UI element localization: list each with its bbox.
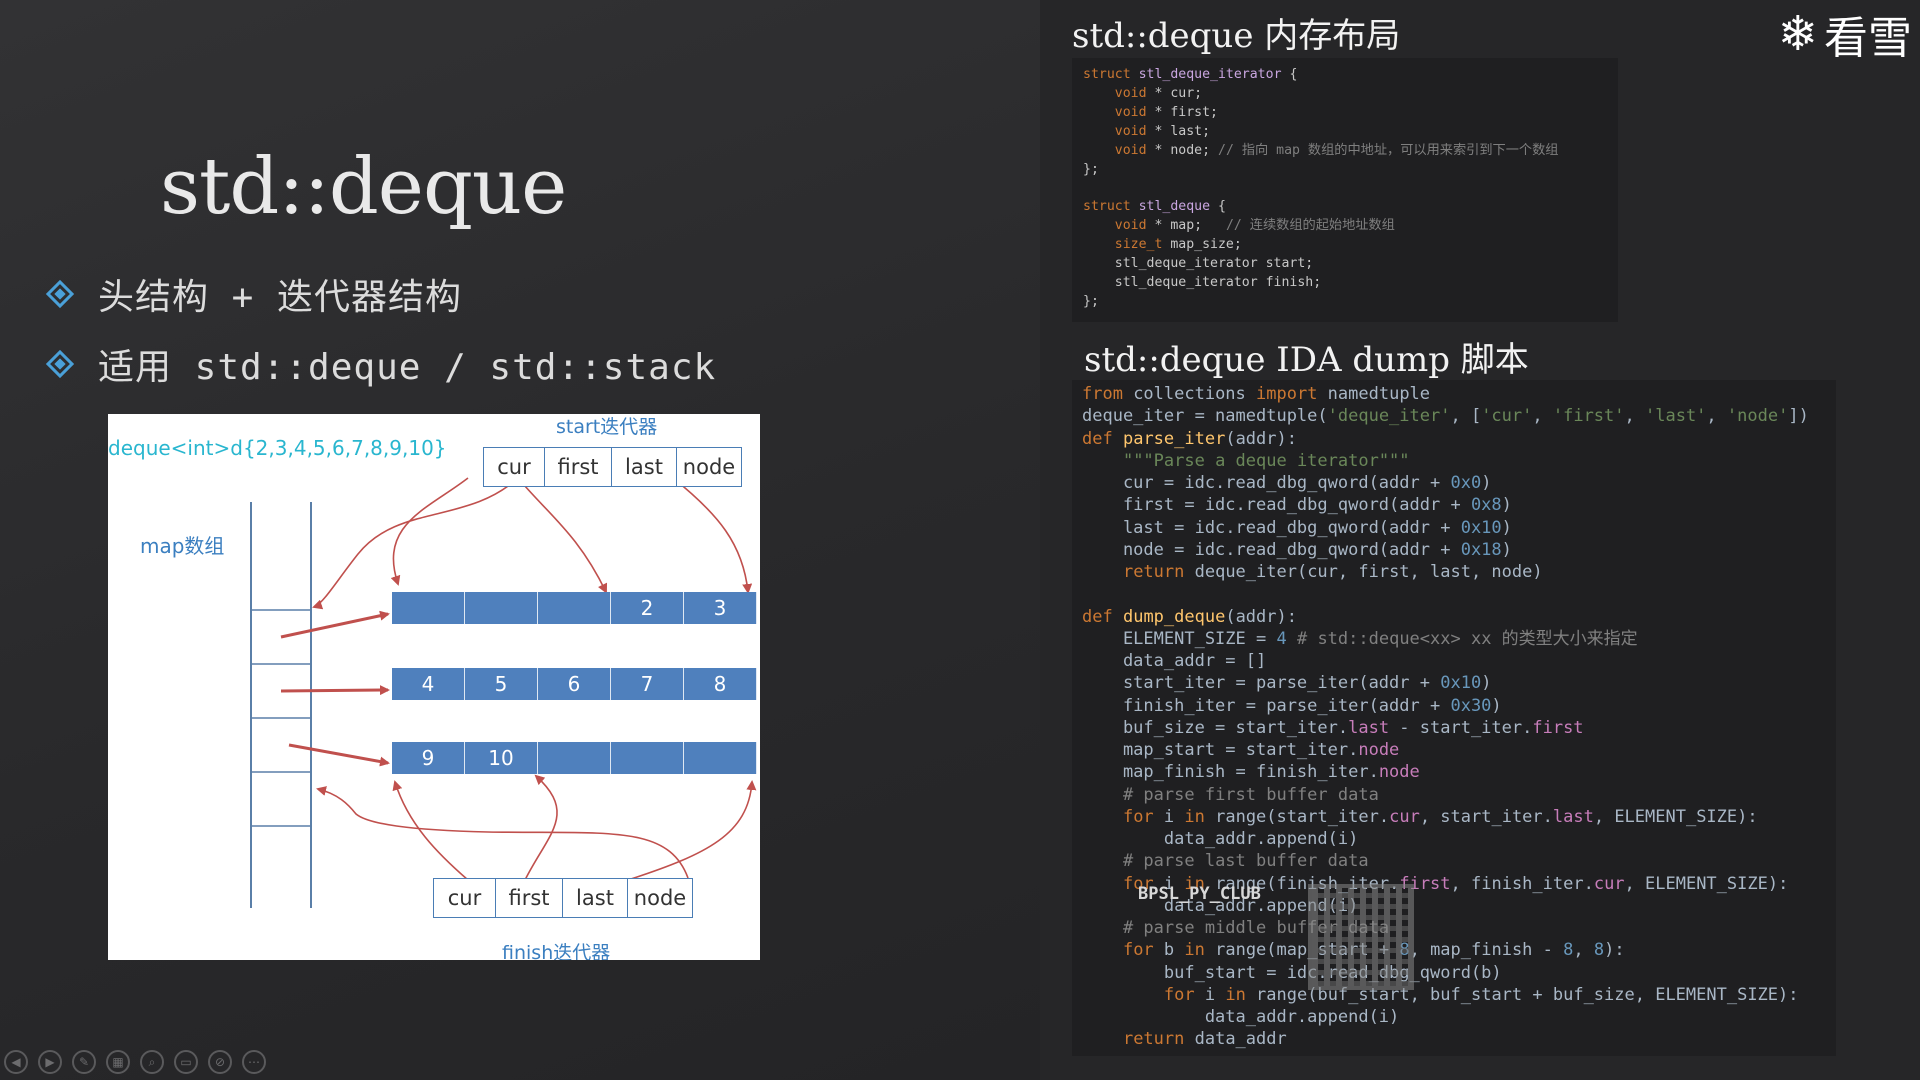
qr-code-icon [1308,884,1414,990]
bullet-text: 适用 std::deque / std::stack [98,347,717,388]
struct-code: struct stl_deque_iterator { void * cur; … [1083,67,1559,309]
screen-off-icon[interactable]: ⊘ [208,1050,232,1074]
buffer-cell [611,742,684,774]
start-first-arrow [517,477,608,594]
pen-icon[interactable]: ✎ [72,1050,96,1074]
dump-script-title: std::deque IDA dump 脚本 [1084,340,1529,380]
start-node-arrow [312,477,519,610]
overlay-watermark-text: BPSL_PY_CLUB [1138,884,1261,904]
next-icon[interactable]: ▶ [38,1050,62,1074]
start-last-arrow [672,477,753,594]
buffer-cell: 2 [611,592,684,624]
buffer-cell: 3 [684,592,757,624]
deque-diagram: deque<int>d{2,3,4,5,6,7,8,9,10} map数组 st… [108,414,760,960]
kanxue-watermark: ❄ 看雪 [1778,2,1912,66]
start-iterator-box: cur first last node [483,447,742,487]
snowflake-icon: ❄ [1777,6,1818,62]
iter-field-first: first [495,879,562,917]
presentation-toolbar: ◀ ▶ ✎ ▦ ⌕ ▭ ⊘ ⋯ [4,1050,266,1074]
watermark-text: 看雪 [1824,13,1912,64]
buffer-cell [538,592,611,624]
bullet-item: 适用 std::deque / std::stack [45,338,717,390]
start-iterator-label: start迭代器 [556,416,658,438]
slides-icon[interactable]: ▦ [106,1050,130,1074]
finish-iterator-box: cur first last node [433,878,693,918]
buffer-cell: 7 [611,668,684,700]
iter-field-first: first [544,448,611,486]
iter-field-cur: cur [447,886,482,910]
more-icon[interactable]: ⋯ [242,1050,266,1074]
buffer-cell: 4 [392,668,465,700]
script-code: from collections import namedtuple deque… [1082,384,1809,1050]
buffer-cell: 6 [538,668,611,700]
finish-node-arrow [316,786,689,879]
diamond-bullet-icon [45,349,75,379]
buffer-cell: 8 [684,668,757,700]
memory-layout-title: std::deque 内存布局 [1072,16,1401,56]
map-slot-arrow [288,743,390,767]
buffer-row: 2 3 [392,592,760,624]
diamond-bullet-icon [45,279,75,309]
buffer-cell [465,592,538,624]
buffer-row: 9 10 [392,742,760,774]
buffer-cell [538,742,611,774]
zoom-icon[interactable]: ⌕ [140,1050,164,1074]
iter-field-node: node [676,448,741,486]
iter-field-last: last [562,879,627,917]
bullet-item: 头结构 + 迭代器结构 [45,268,463,320]
map-array-label: map数组 [140,534,225,558]
buffer-cell: 10 [465,742,538,774]
map-slot-arrow [280,610,390,639]
finish-first-arrow [524,774,558,881]
start-cur-arrow [390,477,469,586]
deque-declaration: deque<int>d{2,3,4,5,6,7,8,9,10} [108,436,447,460]
buffer-cell: 5 [465,668,538,700]
buffer-row: 4 5 6 7 8 [392,668,760,700]
finish-iterator-label: finish迭代器 [502,942,611,960]
map-slot-arrow [280,685,390,696]
finish-last-arrow [627,780,757,881]
slide-title: std::deque [160,142,567,232]
bullet-text: 头结构 + 迭代器结构 [98,277,463,318]
subtitle-icon[interactable]: ▭ [174,1050,198,1074]
buffer-cell [684,742,757,774]
prev-icon[interactable]: ◀ [4,1050,28,1074]
iter-field-last: last [611,448,676,486]
iter-field-cur: cur [497,455,531,479]
buffer-cell: 9 [392,742,465,774]
buffer-cell [392,592,465,624]
iter-field-node: node [627,879,692,917]
